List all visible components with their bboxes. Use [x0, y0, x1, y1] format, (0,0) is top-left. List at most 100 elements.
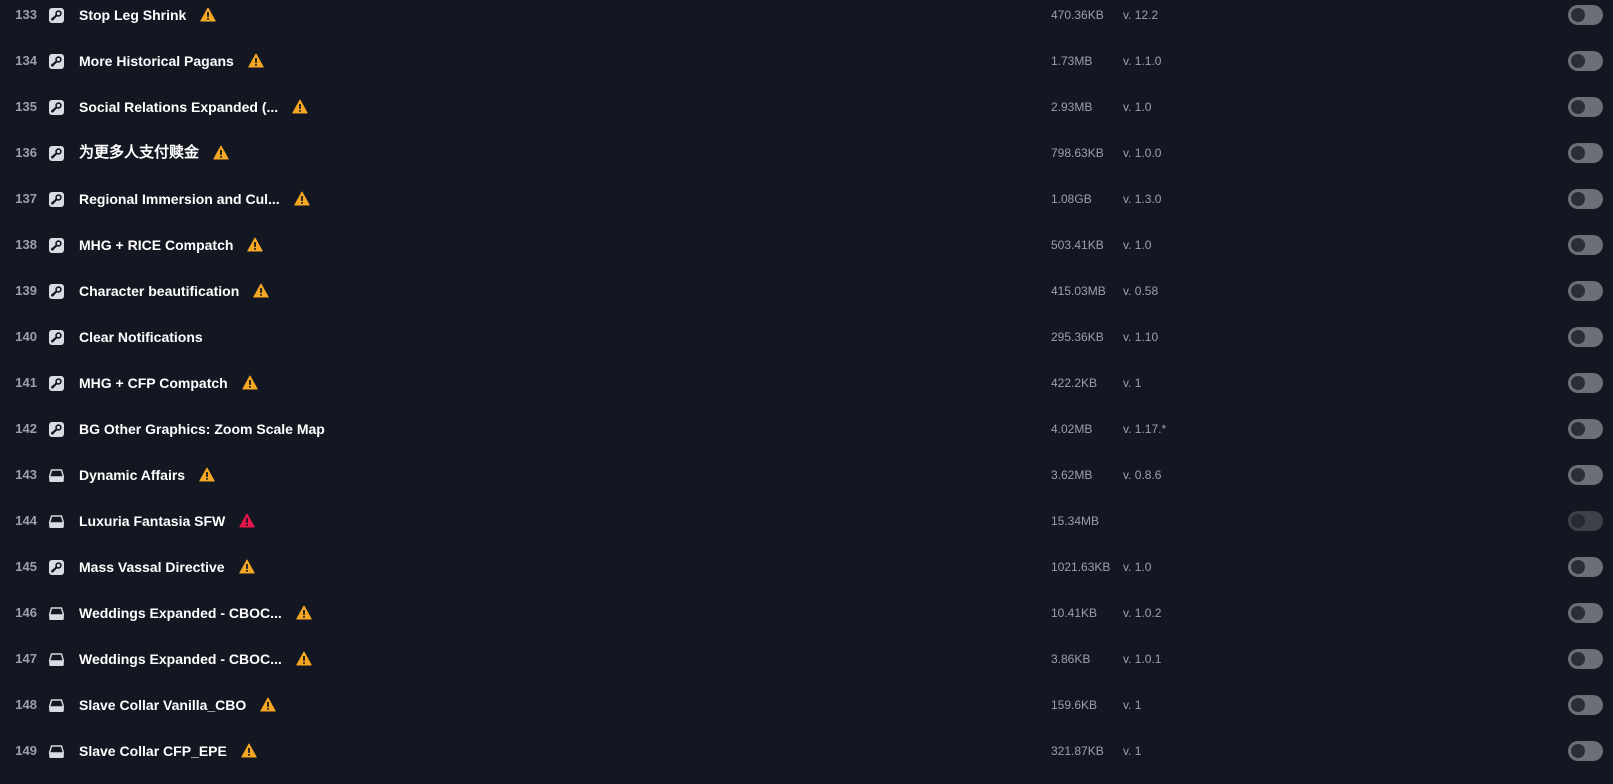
toggle-knob — [1571, 468, 1585, 482]
mod-index: 146 — [15, 605, 37, 620]
mod-row[interactable]: 146 Weddings Expanded - CBOC... 10.41KB v. … — [0, 598, 1613, 644]
error-icon[interactable] — [239, 513, 255, 528]
mod-enable-toggle[interactable] — [1568, 557, 1603, 577]
mod-size: 1.73MB — [1051, 54, 1093, 68]
mod-enable-toggle[interactable] — [1568, 419, 1603, 439]
mod-row[interactable]: 136 为更多人支付赎金 798.63KB v. 1.0.0 — [0, 138, 1613, 184]
local-drive-icon — [48, 745, 65, 758]
mod-enable-toggle[interactable] — [1568, 97, 1603, 117]
local-drive-icon — [48, 699, 65, 712]
mod-enable-toggle[interactable] — [1568, 327, 1603, 347]
mod-size: 2.93MB — [1051, 100, 1093, 114]
toggle-knob — [1571, 100, 1585, 114]
toggle-knob — [1571, 284, 1585, 298]
mod-index: 139 — [15, 283, 37, 298]
local-drive-icon — [48, 653, 65, 666]
mod-version: v. 1.0 — [1123, 560, 1152, 574]
mod-version: v. 1.0.0 — [1123, 146, 1162, 160]
steam-icon — [49, 8, 64, 23]
mod-name: Weddings Expanded - CBOC... — [79, 651, 282, 667]
warning-icon[interactable] — [247, 237, 263, 252]
mod-size: 798.63KB — [1051, 146, 1104, 160]
mod-row[interactable]: 149 Slave Collar CFP_EPE 321.87KB v. 1 — [0, 736, 1613, 782]
mod-version: v. 0.8.6 — [1123, 468, 1162, 482]
mod-row[interactable]: 145 Mass Vassal Directive 1021.63KB v. 1.0 — [0, 552, 1613, 598]
mod-size: 422.2KB — [1051, 376, 1098, 390]
mod-version: v. 1 — [1123, 698, 1142, 712]
warning-icon[interactable] — [239, 559, 255, 574]
mod-version: v. 1 — [1123, 744, 1142, 758]
mod-row[interactable]: 140 Clear Notifications 295.36KB v. 1.10 — [0, 322, 1613, 368]
mod-row[interactable]: 142 BG Other Graphics: Zoom Scale Map 4.02… — [0, 414, 1613, 460]
mod-index: 134 — [15, 53, 37, 68]
mod-size: 159.6KB — [1051, 698, 1098, 712]
mod-row[interactable]: 134 More Historical Pagans 1.73MB v. 1.1.0 — [0, 46, 1613, 92]
mod-row[interactable]: 141 MHG + CFP Compatch 422.2KB v. 1 — [0, 368, 1613, 414]
mod-enable-toggle[interactable] — [1568, 235, 1603, 255]
mod-enable-toggle[interactable] — [1568, 465, 1603, 485]
toggle-knob — [1571, 606, 1585, 620]
mod-enable-toggle[interactable] — [1568, 5, 1603, 25]
mod-enable-toggle[interactable] — [1568, 189, 1603, 209]
mod-name: 为更多人支付赎金 — [79, 144, 200, 161]
mod-row[interactable]: 133 Stop Leg Shrink 470.36KB v. 12.2 — [0, 0, 1613, 46]
warning-icon[interactable] — [296, 651, 312, 666]
mod-size: 3.62MB — [1051, 468, 1093, 482]
mod-version: v. 1.3.0 — [1123, 192, 1162, 206]
mod-enable-toggle[interactable] — [1568, 695, 1603, 715]
warning-icon[interactable] — [292, 99, 308, 114]
mod-row[interactable]: 147 Weddings Expanded - CBOC... 3.86KB v. 1… — [0, 644, 1613, 690]
mod-size: 3.86KB — [1051, 652, 1091, 666]
mod-row[interactable]: 138 MHG + RICE Compatch 503.41KB v. 1.0 — [0, 230, 1613, 276]
mod-row[interactable]: 137 Regional Immersion and Cul... 1.08GB v.… — [0, 184, 1613, 230]
mod-size: 503.41KB — [1051, 238, 1104, 252]
warning-icon[interactable] — [296, 605, 312, 620]
mod-row[interactable]: 135 Social Relations Expanded (... 2.93MB v… — [0, 92, 1613, 138]
toggle-knob — [1571, 192, 1585, 206]
steam-icon — [49, 376, 64, 391]
mod-size: 415.03MB — [1051, 284, 1106, 298]
mod-enable-toggle[interactable] — [1568, 741, 1603, 761]
mod-version: v. 1.0.2 — [1123, 606, 1162, 620]
mod-index: 135 — [15, 99, 37, 114]
warning-icon[interactable] — [241, 743, 257, 758]
steam-icon — [49, 54, 64, 69]
warning-icon[interactable] — [242, 375, 258, 390]
mod-name: Weddings Expanded - CBOC... — [79, 605, 282, 621]
mod-enable-toggle[interactable] — [1568, 511, 1603, 531]
toggle-knob — [1571, 698, 1585, 712]
mod-row[interactable]: 148 Slave Collar Vanilla_CBO 159.6KB v. 1 — [0, 690, 1613, 736]
steam-icon — [49, 146, 64, 161]
warning-icon[interactable] — [260, 697, 276, 712]
mod-enable-toggle[interactable] — [1568, 281, 1603, 301]
mod-enable-toggle[interactable] — [1568, 649, 1603, 669]
mod-enable-toggle[interactable] — [1568, 603, 1603, 623]
warning-icon[interactable] — [294, 191, 310, 206]
mod-version: v. 1.17.* — [1123, 422, 1167, 436]
mod-name: Character beautification — [79, 283, 240, 299]
steam-icon — [49, 422, 64, 437]
mod-name: Luxuria Fantasia SFW — [79, 513, 226, 529]
mod-index: 142 — [15, 421, 37, 436]
mod-index: 141 — [15, 375, 37, 390]
mod-enable-toggle[interactable] — [1568, 143, 1603, 163]
local-drive-icon — [48, 607, 65, 620]
mod-row[interactable]: 139 Character beautification 415.03MB v. 0.… — [0, 276, 1613, 322]
warning-icon[interactable] — [213, 145, 229, 160]
mod-row[interactable]: 144 Luxuria Fantasia SFW 15.34MB — [0, 506, 1613, 552]
mod-enable-toggle[interactable] — [1568, 373, 1603, 393]
mod-index: 133 — [15, 7, 37, 22]
warning-icon[interactable] — [200, 7, 216, 22]
mod-name: Mass Vassal Directive — [79, 559, 225, 575]
mod-index: 144 — [15, 513, 37, 528]
mod-index: 149 — [15, 743, 37, 758]
warning-icon[interactable] — [248, 53, 264, 68]
warning-icon[interactable] — [253, 283, 269, 298]
mod-enable-toggle[interactable] — [1568, 51, 1603, 71]
warning-icon[interactable] — [199, 467, 215, 482]
mod-index: 137 — [15, 191, 37, 206]
steam-icon — [49, 192, 64, 207]
mod-index: 145 — [15, 559, 37, 574]
toggle-knob — [1571, 652, 1585, 666]
mod-row[interactable]: 143 Dynamic Affairs 3.62MB v. 0.8.6 — [0, 460, 1613, 506]
